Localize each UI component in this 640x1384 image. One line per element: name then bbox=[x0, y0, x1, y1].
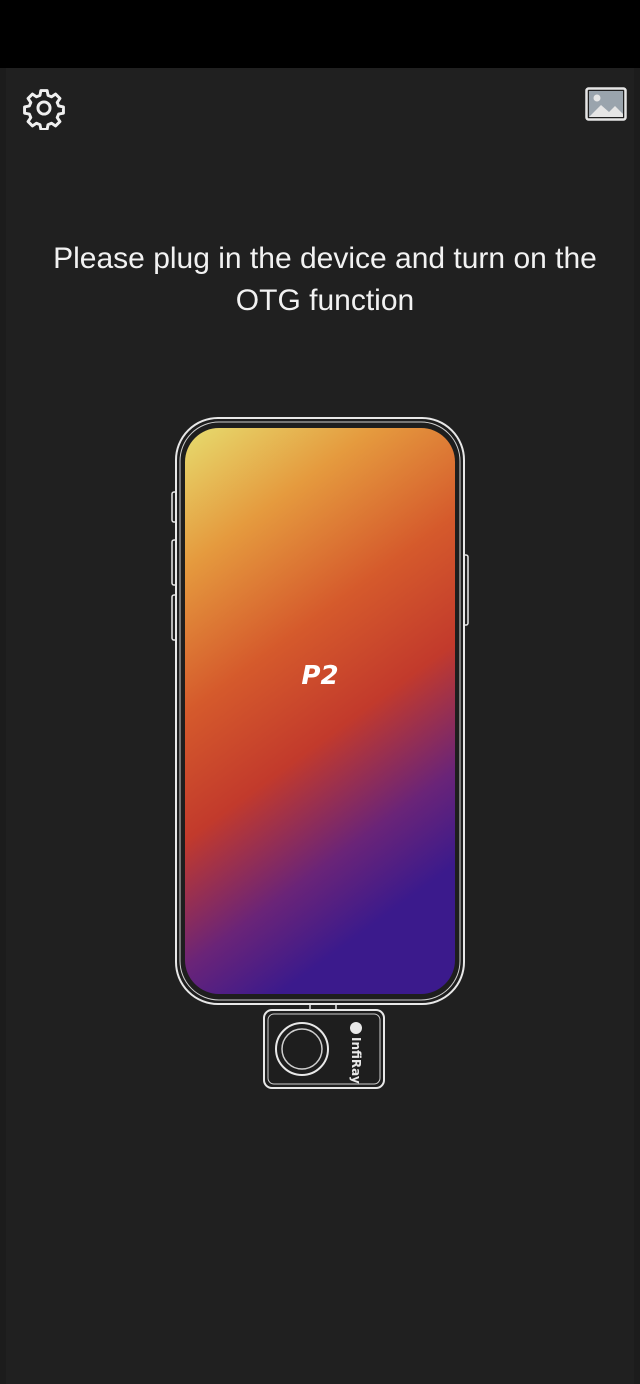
phone-with-device-illustration: P2 InfiRay bbox=[171, 417, 469, 1089]
settings-button[interactable] bbox=[20, 84, 68, 132]
camera-lens bbox=[275, 1022, 329, 1076]
brand-logo-mark bbox=[350, 1022, 362, 1034]
instruction-text: Please plug in the device and turn on th… bbox=[53, 242, 597, 317]
image-icon bbox=[585, 87, 627, 121]
device-model-label: P2 bbox=[301, 661, 338, 691]
brand-logo: InfiRay bbox=[349, 1037, 363, 1084]
gallery-button[interactable] bbox=[582, 84, 630, 124]
status-bar bbox=[0, 0, 640, 68]
gear-icon bbox=[23, 89, 65, 130]
phone-screen bbox=[185, 428, 455, 994]
